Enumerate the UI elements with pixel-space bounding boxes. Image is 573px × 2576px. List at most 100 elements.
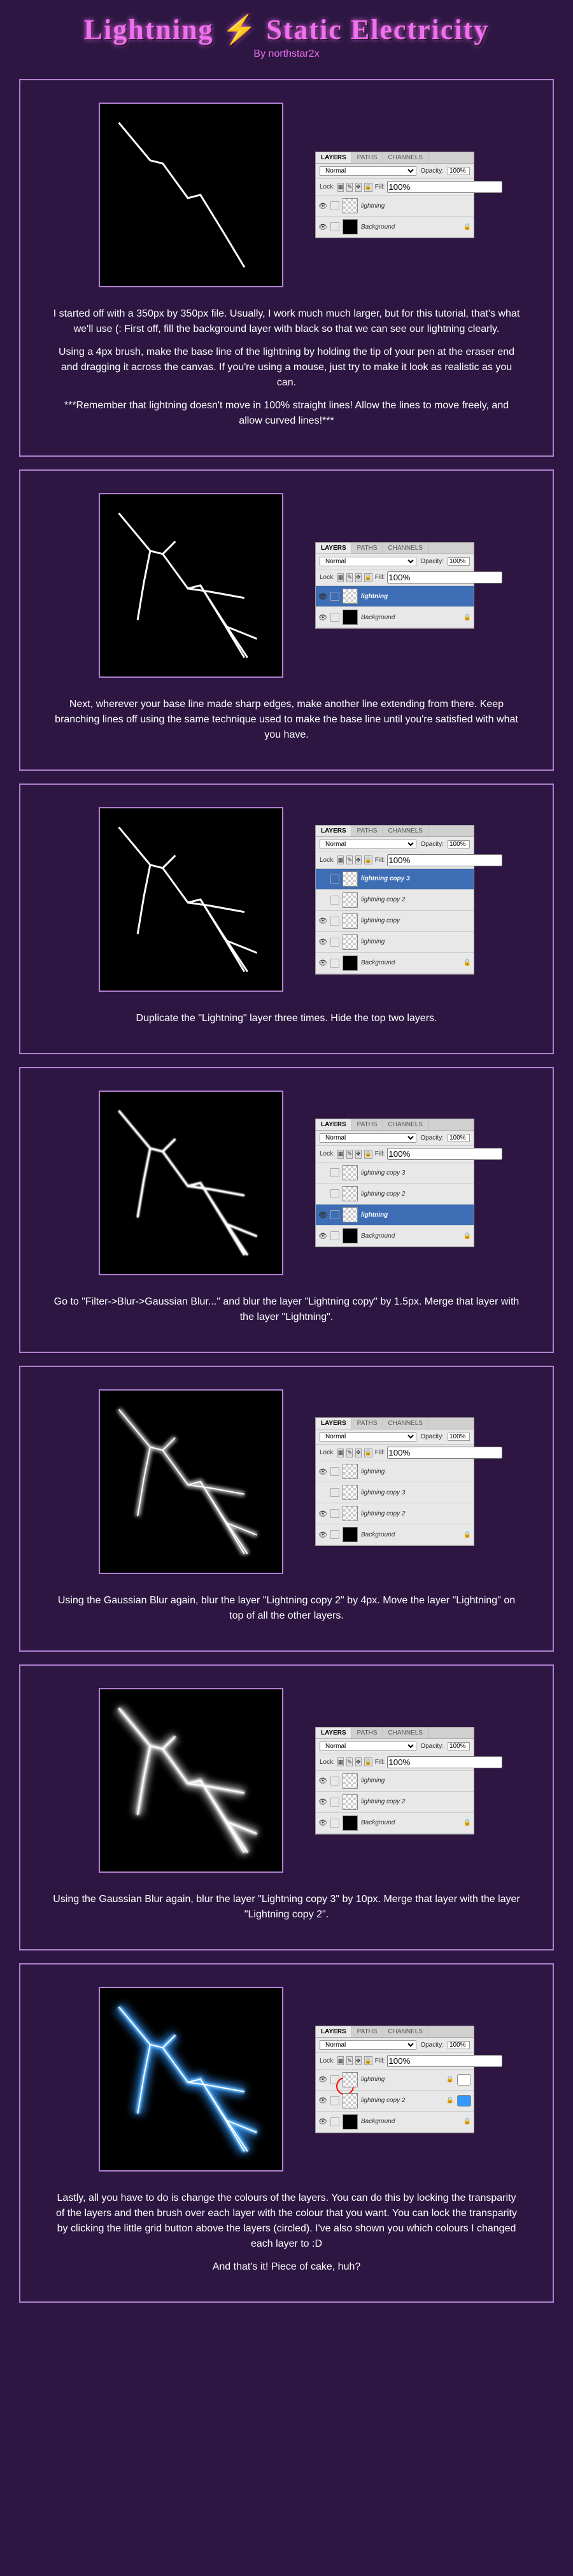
fill-input[interactable] xyxy=(387,181,502,193)
lock-paint-button[interactable]: ✎ xyxy=(346,2056,353,2065)
lock-transparency-button[interactable]: ▦ xyxy=(337,1449,344,1457)
lock-all-button[interactable]: 🔒 xyxy=(364,2056,372,2065)
tab-paths[interactable]: PATHS xyxy=(352,1728,383,1738)
lock-move-button[interactable]: ✥ xyxy=(355,1757,362,1766)
layer-row[interactable]: lightning copy 3 xyxy=(316,1163,474,1184)
fill-input[interactable] xyxy=(387,1148,502,1160)
fill-input[interactable] xyxy=(387,571,502,583)
lock-paint-button[interactable]: ✎ xyxy=(346,573,353,582)
lock-move-button[interactable]: ✥ xyxy=(355,183,362,192)
layer-row[interactable]: lightning copy 3 xyxy=(316,869,474,890)
link-box[interactable] xyxy=(330,1210,339,1219)
lock-transparency-button[interactable]: ▦ xyxy=(337,855,344,864)
tab-paths[interactable]: PATHS xyxy=(352,1418,383,1429)
layer-row[interactable]: 👁 lightning copy 2 xyxy=(316,1792,474,1813)
blend-mode-select[interactable]: Normal xyxy=(320,1133,416,1143)
link-box[interactable] xyxy=(330,917,339,926)
visibility-toggle[interactable]: 👁 xyxy=(318,917,327,926)
layer-row[interactable]: 👁 lightning xyxy=(316,586,474,607)
link-box[interactable] xyxy=(330,222,339,231)
visibility-toggle[interactable]: 👁 xyxy=(318,2075,327,2084)
layer-row[interactable]: 👁 lightning xyxy=(316,1205,474,1226)
blend-mode-select[interactable]: Normal xyxy=(320,2040,416,2050)
lock-transparency-button[interactable]: ▦ xyxy=(337,573,344,582)
opacity-input[interactable] xyxy=(448,167,470,175)
tab-channels[interactable]: CHANNELS xyxy=(383,826,428,836)
visibility-toggle[interactable]: 👁 xyxy=(318,1509,327,1518)
link-box[interactable] xyxy=(330,2096,339,2105)
layer-row[interactable]: 👁 lightning copy xyxy=(316,911,474,932)
lock-transparency-button[interactable]: ▦ xyxy=(337,2056,344,2065)
visibility-toggle[interactable]: 👁 xyxy=(318,1777,327,1785)
lock-transparency-button[interactable]: ▦ xyxy=(337,1757,344,1766)
tab-paths[interactable]: PATHS xyxy=(352,1119,383,1130)
layer-row[interactable]: 👁 Background 🔒 xyxy=(316,2112,474,2133)
visibility-toggle[interactable]: 👁 xyxy=(318,201,327,210)
visibility-toggle[interactable]: 👁 xyxy=(318,959,327,968)
layer-row[interactable]: 👁 lightning 🔒 xyxy=(316,2070,474,2091)
link-box[interactable] xyxy=(330,1189,339,1198)
visibility-toggle[interactable]: 👁 xyxy=(318,2117,327,2126)
link-box[interactable] xyxy=(330,1819,339,1828)
lock-move-button[interactable]: ✥ xyxy=(355,573,362,582)
lock-all-button[interactable]: 🔒 xyxy=(364,855,372,864)
layer-row[interactable]: lightning copy 2 xyxy=(316,1184,474,1205)
lock-move-button[interactable]: ✥ xyxy=(355,1449,362,1457)
lock-paint-button[interactable]: ✎ xyxy=(346,183,353,192)
layer-row[interactable]: 👁 Background 🔒 xyxy=(316,217,474,238)
link-box[interactable] xyxy=(330,201,339,210)
layer-row[interactable]: lightning copy 3 xyxy=(316,1482,474,1503)
opacity-input[interactable] xyxy=(448,1433,470,1441)
opacity-input[interactable] xyxy=(448,2041,470,2049)
link-box[interactable] xyxy=(330,1530,339,1539)
link-box[interactable] xyxy=(330,1488,339,1497)
visibility-toggle[interactable]: 👁 xyxy=(318,1798,327,1807)
visibility-toggle[interactable]: 👁 xyxy=(318,1231,327,1240)
lock-paint-button[interactable]: ✎ xyxy=(346,1150,353,1159)
lock-move-button[interactable]: ✥ xyxy=(355,1150,362,1159)
link-box[interactable] xyxy=(330,2075,339,2084)
layer-row[interactable]: lightning copy 2 xyxy=(316,890,474,911)
lock-all-button[interactable]: 🔒 xyxy=(364,183,372,192)
tab-channels[interactable]: CHANNELS xyxy=(383,152,428,163)
visibility-toggle[interactable]: 👁 xyxy=(318,938,327,947)
opacity-input[interactable] xyxy=(448,840,470,848)
opacity-input[interactable] xyxy=(448,557,470,566)
lock-all-button[interactable]: 🔒 xyxy=(364,1757,372,1766)
opacity-input[interactable] xyxy=(448,1134,470,1142)
tab-layers[interactable]: LAYERS xyxy=(316,543,352,554)
tab-channels[interactable]: CHANNELS xyxy=(383,1119,428,1130)
link-box[interactable] xyxy=(330,896,339,905)
link-box[interactable] xyxy=(330,1231,339,1240)
blend-mode-select[interactable]: Normal xyxy=(320,840,416,849)
link-box[interactable] xyxy=(330,2117,339,2126)
tab-channels[interactable]: CHANNELS xyxy=(383,543,428,554)
lock-all-button[interactable]: 🔒 xyxy=(364,1449,372,1457)
tab-paths[interactable]: PATHS xyxy=(352,543,383,554)
layer-row[interactable]: 👁 lightning xyxy=(316,1771,474,1792)
visibility-toggle[interactable]: 👁 xyxy=(318,1210,327,1219)
visibility-toggle[interactable]: 👁 xyxy=(318,222,327,231)
tab-layers[interactable]: LAYERS xyxy=(316,1728,352,1738)
link-box[interactable] xyxy=(330,875,339,884)
lock-all-button[interactable]: 🔒 xyxy=(364,1150,372,1159)
lock-paint-button[interactable]: ✎ xyxy=(346,1449,353,1457)
link-box[interactable] xyxy=(330,1509,339,1518)
lock-transparency-button[interactable]: ▦ xyxy=(337,1150,344,1159)
tab-paths[interactable]: PATHS xyxy=(352,152,383,163)
blend-mode-select[interactable]: Normal xyxy=(320,557,416,566)
lock-move-button[interactable]: ✥ xyxy=(355,2056,362,2065)
visibility-toggle[interactable]: 👁 xyxy=(318,1467,327,1476)
layer-row[interactable]: 👁 lightning copy 2 🔒 xyxy=(316,2091,474,2112)
layer-row[interactable]: 👁 Background 🔒 xyxy=(316,1226,474,1247)
layer-row[interactable]: 👁 lightning copy 2 xyxy=(316,1503,474,1524)
tab-channels[interactable]: CHANNELS xyxy=(383,1728,428,1738)
lock-transparency-button[interactable]: ▦ xyxy=(337,183,344,192)
visibility-toggle[interactable]: 👁 xyxy=(318,2096,327,2105)
fill-input[interactable] xyxy=(387,2055,502,2067)
link-box[interactable] xyxy=(330,938,339,947)
tab-layers[interactable]: LAYERS xyxy=(316,152,352,163)
layer-row[interactable]: 👁 lightning xyxy=(316,196,474,217)
link-box[interactable] xyxy=(330,1798,339,1807)
tab-channels[interactable]: CHANNELS xyxy=(383,1418,428,1429)
